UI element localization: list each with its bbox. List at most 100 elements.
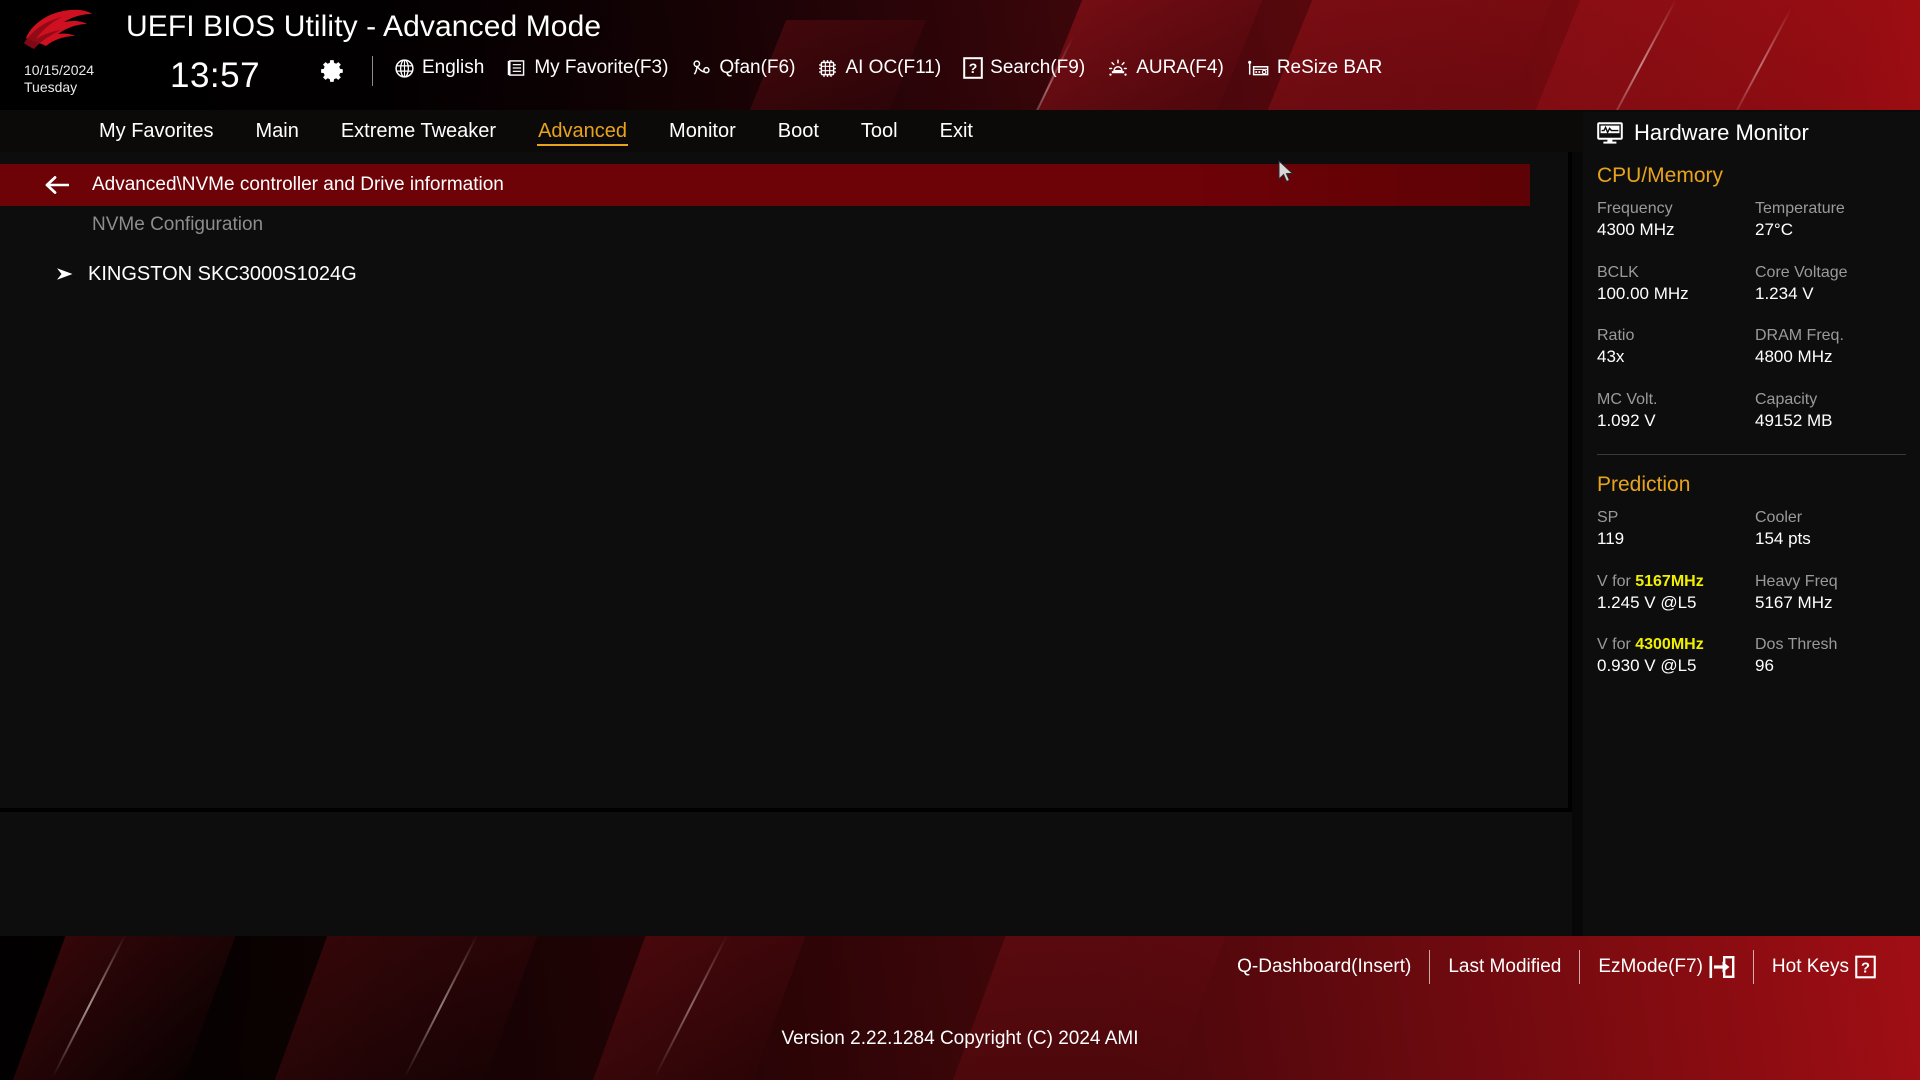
hw-value: 5167 MHz bbox=[1755, 592, 1833, 612]
last-modified-button[interactable]: Last Modified bbox=[1430, 956, 1579, 978]
qfan-button[interactable]: Qfan(F6) bbox=[690, 57, 795, 79]
hw-value: 4300 MHz bbox=[1597, 220, 1675, 240]
hw-entry-bclk: BCLK 100.00 MHz bbox=[1597, 262, 1755, 306]
hw-entry-frequency: Frequency 4300 MHz bbox=[1597, 198, 1755, 242]
drive-name-label: KINGSTON SKC3000S1024G bbox=[88, 262, 357, 285]
question-box-icon: ? bbox=[963, 57, 983, 79]
aura-light-icon bbox=[1109, 58, 1128, 76]
weekday-value: Tuesday bbox=[24, 79, 78, 95]
hardware-monitor-title-label: Hardware Monitor bbox=[1634, 120, 1809, 145]
gear-icon[interactable] bbox=[320, 58, 346, 84]
hw-value: 1.245 V @L5 bbox=[1597, 592, 1697, 612]
aura-button[interactable]: AURA(F4) bbox=[1107, 57, 1224, 79]
hw-group-title-prediction: Prediction bbox=[1597, 473, 1691, 497]
content-panel: Advanced\NVMe controller and Drive infor… bbox=[0, 152, 1572, 1020]
footer-decor-shard bbox=[587, 936, 813, 1080]
tab-monitor[interactable]: Monitor bbox=[648, 110, 757, 152]
system-date: 10/15/2024 Tuesday bbox=[24, 62, 94, 96]
hw-label: Dos Thresh bbox=[1755, 636, 1838, 654]
header-bar: UEFI BIOS Utility - Advanced Mode 10/15/… bbox=[0, 0, 1920, 110]
hw-label: Core Voltage bbox=[1755, 263, 1848, 281]
date-value: 10/15/2024 bbox=[24, 62, 95, 78]
qfan-label: Qfan(F6) bbox=[719, 57, 796, 78]
tab-tool[interactable]: Tool bbox=[840, 110, 919, 152]
hw-entry-capacity: Capacity 49152 MB bbox=[1755, 389, 1906, 433]
ai-oc-button[interactable]: AI OC(F11) bbox=[817, 57, 941, 79]
hw-value: 96 bbox=[1755, 656, 1774, 676]
footer-decor-shard bbox=[269, 936, 541, 1080]
rog-logo-icon bbox=[24, 9, 92, 49]
hot-keys-label: Hot Keys bbox=[1771, 956, 1849, 977]
hw-label: Cooler bbox=[1755, 509, 1803, 527]
header-decor-shard bbox=[1259, 0, 1561, 110]
aura-label: AURA(F4) bbox=[1136, 57, 1224, 78]
header-decor-shard bbox=[1523, 0, 1897, 110]
tab-extreme-tweaker[interactable]: Extreme Tweaker bbox=[320, 110, 517, 152]
tab-main[interactable]: Main bbox=[234, 110, 319, 152]
fan-icon bbox=[693, 60, 711, 75]
breadcrumb[interactable]: Advanced\NVMe controller and Drive infor… bbox=[0, 164, 1530, 206]
favorites-list-icon bbox=[508, 60, 525, 76]
hw-label-prefix: V for bbox=[1597, 572, 1636, 590]
hw-label: V for 5167MHz bbox=[1597, 571, 1755, 592]
search-button[interactable]: ? Search(F9) bbox=[963, 57, 1085, 79]
ai-oc-label: AI OC(F11) bbox=[845, 57, 942, 78]
exit-arrow-icon bbox=[1709, 956, 1735, 978]
hardware-monitor-panel: Hardware Monitor CPU/Memory Frequency 43… bbox=[1583, 112, 1920, 936]
back-arrow-icon[interactable] bbox=[44, 175, 70, 195]
system-time: 13:57 bbox=[170, 56, 261, 95]
tab-advanced[interactable]: Advanced bbox=[517, 110, 648, 152]
last-modified-label: Last Modified bbox=[1448, 956, 1562, 977]
hw-entry-ratio: Ratio 43x bbox=[1597, 325, 1755, 369]
svg-text:?: ? bbox=[1861, 961, 1870, 977]
section-label: NVMe Configuration bbox=[92, 214, 264, 235]
tab-boot[interactable]: Boot bbox=[757, 110, 840, 152]
hw-label: Heavy Freq bbox=[1755, 572, 1838, 590]
hw-label: MC Volt. bbox=[1597, 390, 1658, 408]
hw-label-highlight: 5167MHz bbox=[1635, 572, 1704, 590]
hw-divider bbox=[1597, 454, 1906, 456]
q-dashboard-button[interactable]: Q-Dashboard(Insert) bbox=[1219, 956, 1429, 978]
hw-value: 1.092 V bbox=[1597, 410, 1656, 430]
hw-value: 1.234 V bbox=[1755, 283, 1814, 303]
submenu-arrow-icon bbox=[57, 268, 73, 280]
hw-group-cpu-memory: Frequency 4300 MHz Temperature 27°C BCLK… bbox=[1583, 198, 1920, 432]
resize-bar-icon bbox=[1247, 60, 1269, 75]
hardware-monitor-title: Hardware Monitor bbox=[1597, 120, 1809, 146]
hw-entry-core-voltage: Core Voltage 1.234 V bbox=[1755, 262, 1906, 306]
hw-value: 27°C bbox=[1755, 220, 1793, 240]
hardware-monitor-body: CPU/Memory Frequency 4300 MHz Temperatur… bbox=[1583, 164, 1920, 678]
monitor-waveform-icon bbox=[1597, 122, 1623, 144]
language-button[interactable]: English bbox=[394, 57, 484, 79]
hw-value: 49152 MB bbox=[1755, 410, 1833, 430]
footer-bar: Q-Dashboard(Insert) Last Modified EzMode… bbox=[0, 936, 1920, 1080]
svg-text:?: ? bbox=[969, 60, 978, 76]
hw-value: 119 bbox=[1597, 529, 1625, 549]
q-dashboard-label: Q-Dashboard(Insert) bbox=[1237, 956, 1412, 977]
footer-decor-shard bbox=[947, 936, 1233, 1080]
hot-keys-button[interactable]: Hot Keys ? bbox=[1754, 955, 1894, 979]
bios-screen: UEFI BIOS Utility - Advanced Mode 10/15/… bbox=[0, 0, 1920, 1080]
ai-chip-icon bbox=[819, 59, 837, 77]
hw-group-title-cpu-memory: CPU/Memory bbox=[1597, 164, 1724, 187]
hw-label: BCLK bbox=[1597, 263, 1639, 281]
tab-my-favorites[interactable]: My Favorites bbox=[78, 110, 234, 152]
hw-group-prediction: SP 119 Cooler 154 pts V for 5167MHz 1.24… bbox=[1583, 507, 1920, 678]
hw-label: Capacity bbox=[1755, 390, 1818, 408]
hw-entry-temperature: Temperature 27°C bbox=[1755, 198, 1906, 242]
hw-label: Temperature bbox=[1755, 200, 1845, 217]
ezmode-button[interactable]: EzMode(F7) bbox=[1580, 955, 1753, 979]
hw-entry-dos-thresh: Dos Thresh 96 bbox=[1755, 634, 1906, 678]
list-item-drive[interactable]: KINGSTON SKC3000S1024G bbox=[56, 260, 357, 288]
ezmode-label: EzMode(F7) bbox=[1598, 956, 1703, 977]
bios-version-text: Version 2.22.1284 Copyright (C) 2024 AMI bbox=[781, 1028, 1139, 1049]
globe-icon bbox=[395, 58, 414, 78]
my-favorite-button[interactable]: My Favorite(F3) bbox=[506, 57, 668, 79]
hw-value: 43x bbox=[1597, 347, 1625, 367]
resize-bar-button[interactable]: ReSize BAR bbox=[1246, 57, 1382, 79]
search-label: Search(F9) bbox=[990, 57, 1086, 78]
tab-exit[interactable]: Exit bbox=[919, 110, 994, 152]
footer-actions: Q-Dashboard(Insert) Last Modified EzMode… bbox=[1219, 950, 1894, 984]
header-toolbar: English My Favorite(F3) Qfan(F6) AI OC(F… bbox=[394, 57, 1382, 79]
header-divider bbox=[372, 56, 373, 86]
